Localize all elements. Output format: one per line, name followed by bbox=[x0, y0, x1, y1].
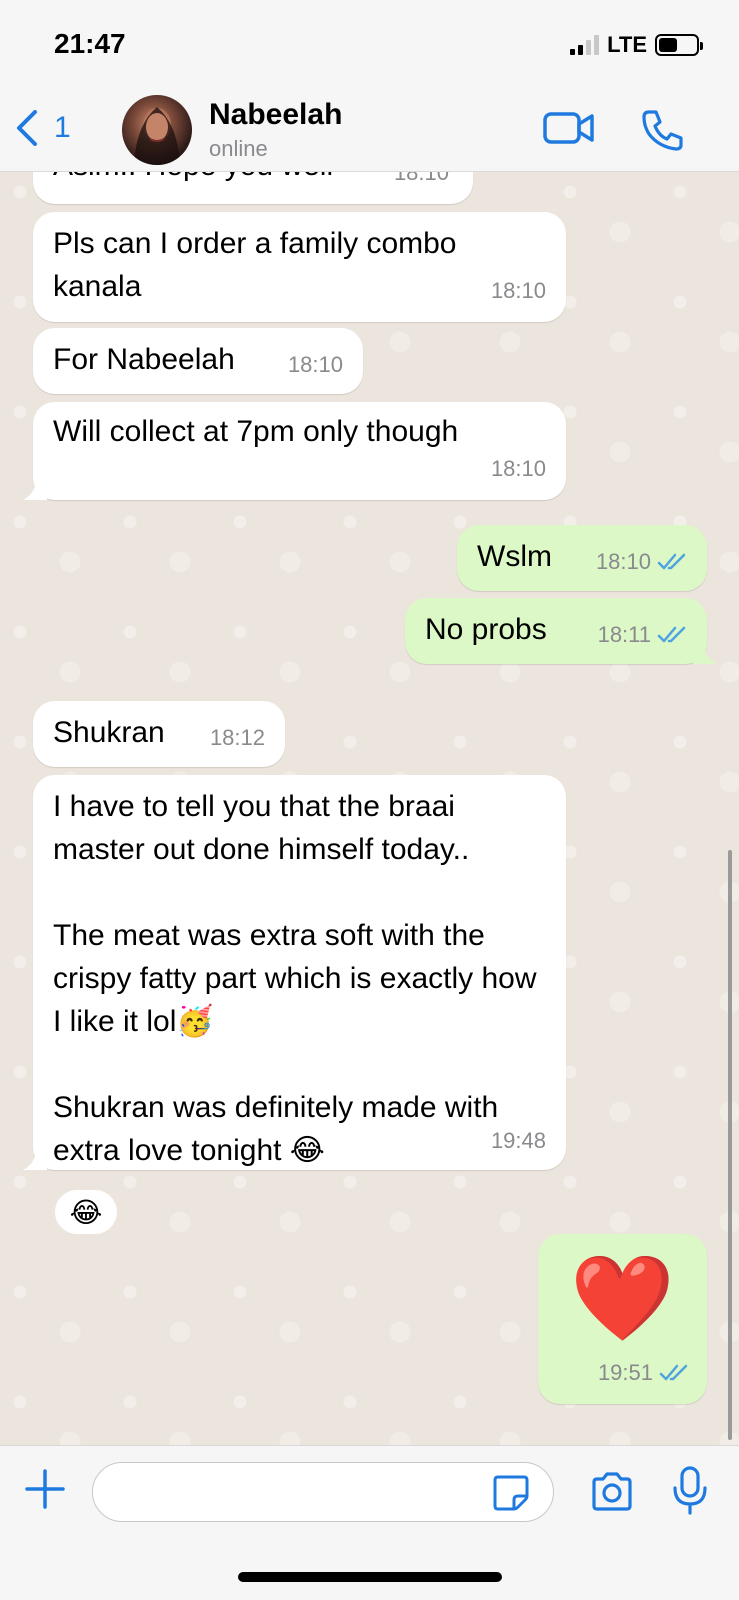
bubble-tail bbox=[23, 1148, 47, 1170]
message-bubble[interactable]: Wslm 18:10 bbox=[457, 525, 707, 591]
message-bubble[interactable]: Will collect at 7pm only though 18:10 bbox=[23, 402, 566, 500]
contact-status: online bbox=[209, 136, 268, 161]
voice-call-button[interactable] bbox=[641, 108, 685, 157]
message-reaction[interactable]: 😂 bbox=[53, 1188, 119, 1236]
chevron-left-icon bbox=[17, 110, 37, 146]
message-time: 18:11 bbox=[598, 613, 689, 656]
microphone-icon bbox=[673, 1466, 707, 1515]
microphone-button[interactable] bbox=[672, 1466, 708, 1521]
message-time: 18:10 bbox=[287, 352, 343, 377]
message-text: Wslm bbox=[477, 540, 552, 573]
message-bubble[interactable]: No probs 18:11 bbox=[405, 598, 717, 664]
message-bubble[interactable]: Shukran 18:12 bbox=[33, 701, 285, 767]
message-time: 19:51 bbox=[598, 1351, 691, 1394]
message-time: 18:10 bbox=[490, 278, 546, 303]
message-text: For Nabeelah bbox=[53, 343, 235, 376]
message-time-label: 18:10 bbox=[595, 549, 651, 574]
message-bubble[interactable]: Pls can I order a family combo kanala 18… bbox=[33, 212, 566, 322]
message-text: Will collect at 7pm only though bbox=[53, 415, 459, 448]
message-bubble[interactable]: Asim.. Hope you well 18:10 bbox=[33, 172, 473, 204]
contact-name[interactable]: Nabeelah bbox=[209, 98, 342, 132]
back-button[interactable]: 1 bbox=[14, 108, 71, 148]
double-check-icon bbox=[657, 626, 686, 642]
message-text: Shukran bbox=[53, 716, 165, 749]
signal-icon bbox=[570, 35, 600, 55]
attach-button[interactable] bbox=[24, 1468, 66, 1515]
message-time: 19:48 bbox=[490, 1128, 546, 1153]
message-time-label: 19:51 bbox=[597, 1360, 653, 1385]
camera-icon bbox=[592, 1472, 632, 1511]
double-check-icon bbox=[659, 1364, 688, 1380]
bubble-tail bbox=[693, 642, 717, 664]
message-text: No probs bbox=[425, 613, 547, 646]
camera-button[interactable] bbox=[590, 1472, 634, 1517]
chat-area[interactable]: Asim.. Hope you well 18:10 Pls can I ord… bbox=[0, 172, 739, 1445]
status-indicators: LTE bbox=[570, 32, 703, 58]
status-bar: 21:47 LTE bbox=[0, 0, 739, 90]
chat-header: 1 Nabeelah online bbox=[0, 90, 739, 172]
home-indicator[interactable] bbox=[238, 1572, 502, 1582]
status-time: 21:47 bbox=[54, 28, 126, 59]
message-bubble[interactable]: I have to tell you that the braai master… bbox=[23, 775, 566, 1170]
double-check-icon bbox=[657, 553, 686, 569]
message-bubble[interactable]: ❤️ 19:51 bbox=[538, 1234, 707, 1404]
sticker-button[interactable] bbox=[492, 1474, 530, 1517]
video-call-button[interactable] bbox=[543, 110, 595, 151]
message-time: 18:12 bbox=[209, 725, 265, 750]
message-time: 18:10 bbox=[596, 540, 689, 583]
message-input[interactable] bbox=[92, 1462, 554, 1522]
network-type: LTE bbox=[607, 32, 647, 57]
message-text: Pls can I order a family combo kanala bbox=[53, 227, 465, 303]
message-time: 18:10 bbox=[393, 172, 449, 185]
message-time-label: 18:11 bbox=[597, 622, 651, 647]
bubble-tail bbox=[23, 478, 47, 500]
scroll-indicator[interactable] bbox=[728, 850, 732, 1440]
message-text: ❤️ bbox=[570, 1251, 675, 1345]
message-time: 18:10 bbox=[490, 456, 546, 481]
battery-icon bbox=[655, 34, 703, 56]
message-bubble[interactable]: For Nabeelah 18:10 bbox=[33, 328, 363, 394]
sticker-icon bbox=[493, 1475, 529, 1511]
video-camera-icon bbox=[543, 112, 594, 144]
unread-count: 1 bbox=[54, 111, 71, 144]
phone-icon bbox=[642, 110, 683, 151]
plus-icon bbox=[25, 1469, 65, 1509]
message-text: I have to tell you that the braai master… bbox=[53, 790, 537, 1167]
avatar[interactable] bbox=[122, 95, 192, 165]
message-text: Asim.. Hope you well bbox=[53, 172, 333, 187]
